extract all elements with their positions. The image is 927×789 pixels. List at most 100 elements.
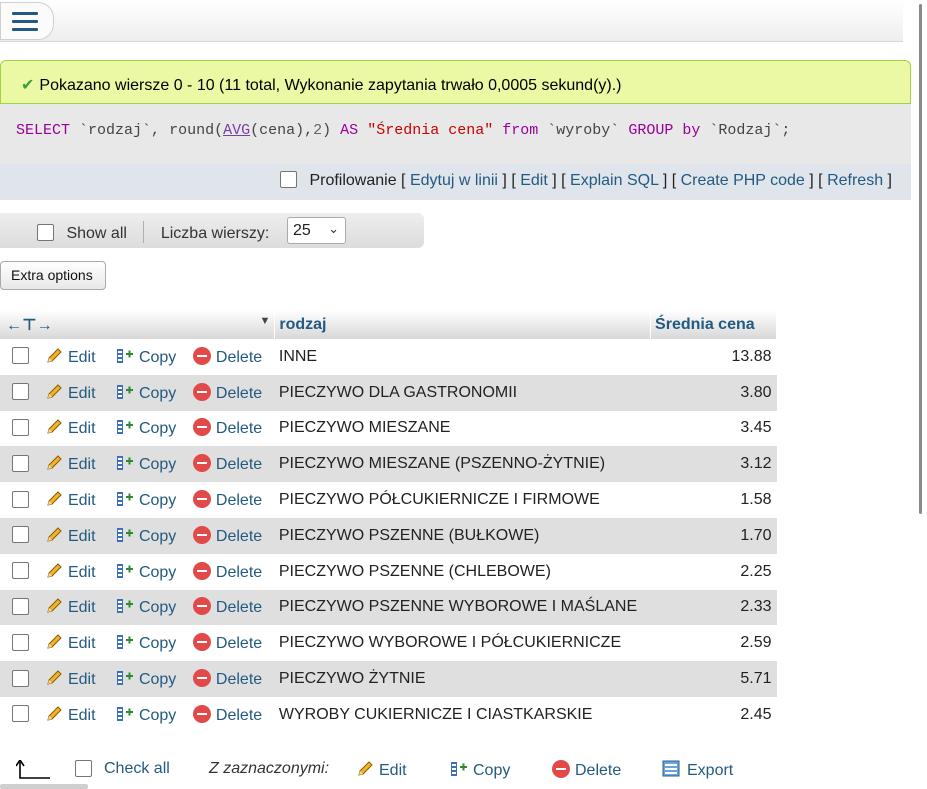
row-delete-button[interactable]: Delete (192, 704, 262, 724)
check-all-label[interactable]: Check all (104, 760, 170, 778)
sql-function-avg[interactable]: AVG (223, 122, 250, 139)
row-delete-label: Delete (215, 456, 263, 474)
row-delete-button[interactable]: Delete (192, 633, 262, 652)
table-row[interactable]: Edit Copy Delete PIECZYWO WYBOROWE I PÓŁCUK… (0, 625, 777, 662)
row-copy-button[interactable]: Copy (116, 706, 176, 724)
bulk-edit-button[interactable]: Edit (356, 760, 407, 780)
sql-group-column: `Rodzaj` (709, 122, 782, 139)
row-edit-button[interactable]: Edit (45, 598, 96, 616)
check-all-checkbox[interactable] (75, 760, 92, 777)
row-copy-button[interactable]: Copy (116, 420, 176, 437)
bulk-copy-label: Copy (473, 762, 511, 779)
column-header-rodzaj[interactable]: rodzaj (274, 310, 652, 339)
row-edit-cell: Edit (44, 446, 116, 483)
pencil-icon (47, 527, 62, 542)
row-copy-button[interactable]: Copy (116, 599, 176, 616)
rows-count-select[interactable]: 25 ⌄ (287, 217, 346, 244)
sort-dropdown-icon[interactable]: ▼ (259, 315, 270, 327)
row-checkbox[interactable] (12, 705, 29, 723)
row-edit-button[interactable]: Edit (45, 348, 96, 366)
scrollbar-thumb[interactable] (919, 4, 922, 514)
row-checkbox[interactable] (12, 669, 29, 687)
row-delete-button[interactable]: Delete (192, 418, 262, 437)
cell-srednia-cena: 5.71 (650, 661, 777, 697)
row-delete-button[interactable]: Delete (192, 346, 263, 366)
row-checkbox[interactable] (12, 526, 29, 544)
table-row[interactable]: Edit Copy Delete PIECZYWO MIESZANE (PSZENNO… (0, 446, 777, 483)
row-delete-button[interactable]: Delete (192, 597, 262, 616)
table-row[interactable]: Edit Copy Delete WYROBY CUKIERNICZE I CIAST… (0, 696, 777, 733)
row-select-cell (0, 517, 45, 554)
row-checkbox[interactable] (12, 633, 29, 651)
row-edit-button[interactable]: Edit (45, 383, 96, 402)
row-checkbox[interactable] (12, 454, 29, 472)
pencil-icon (47, 598, 62, 614)
create-php-code-link[interactable]: Create PHP code (681, 172, 805, 189)
row-edit-button[interactable]: Edit (45, 670, 96, 688)
row-copy-button[interactable]: Copy (116, 527, 176, 545)
row-copy-button[interactable]: Copy (116, 456, 176, 473)
column-resize-arrows-icon[interactable]: ←⊤→ (6, 317, 53, 334)
row-select-cell (0, 446, 45, 483)
row-edit-button[interactable]: Edit (45, 455, 96, 473)
show-all-label: Show all (66, 225, 127, 242)
table-row[interactable]: Edit Copy Delete INNE 13.88 (0, 339, 777, 375)
table-row[interactable]: Edit Copy Delete PIECZYWO PSZENNE (BUŁKOWE)… (0, 517, 777, 554)
row-copy-button[interactable]: Copy (116, 671, 176, 688)
row-delete-button[interactable]: Delete (192, 525, 262, 545)
row-delete-button[interactable]: Delete (192, 490, 262, 509)
table-row[interactable]: Edit Copy Delete PIECZYWO ŻYTNIE 5.71 (0, 661, 777, 697)
vertical-scrollbar[interactable] (913, 0, 927, 789)
row-checkbox[interactable] (12, 490, 29, 508)
row-edit-button[interactable]: Edit (45, 419, 96, 437)
menu-icon (12, 12, 38, 15)
row-delete-button[interactable]: Delete (192, 382, 262, 402)
horizontal-scrollbar[interactable] (0, 784, 88, 789)
row-delete-label: Delete (215, 348, 263, 366)
row-copy-button[interactable]: Copy (116, 492, 176, 509)
row-checkbox[interactable] (12, 383, 29, 401)
delete-icon (192, 597, 211, 616)
row-edit-button[interactable]: Edit (45, 491, 96, 509)
hamburger-menu-button[interactable] (0, 2, 54, 40)
cell-rodzaj: INNE (274, 339, 651, 375)
explain-sql-link[interactable]: Explain SQL (570, 172, 658, 189)
row-delete-button[interactable]: Delete (192, 454, 263, 474)
show-all-checkbox[interactable] (37, 224, 54, 241)
table-row[interactable]: Edit Copy Delete PIECZYWO PSZENNE WYBOROWE … (0, 589, 777, 626)
row-edit-button[interactable]: Edit (45, 527, 96, 545)
row-edit-label: Edit (67, 527, 96, 545)
edit-sql-link[interactable]: Edit (520, 172, 548, 189)
row-checkbox[interactable] (12, 418, 29, 436)
row-copy-button[interactable]: Copy (116, 384, 176, 402)
bulk-copy-button[interactable]: Copy (450, 760, 510, 780)
row-delete-button[interactable]: Delete (192, 669, 262, 688)
row-edit-button[interactable]: Edit (45, 562, 96, 581)
bulk-delete-button[interactable]: Delete (552, 760, 621, 780)
edit-inline-link[interactable]: Edytuj w linii (410, 172, 498, 189)
row-checkbox[interactable] (12, 562, 29, 580)
row-checkbox[interactable] (12, 347, 29, 365)
row-edit-button[interactable]: Edit (45, 706, 96, 724)
table-row[interactable]: Edit Copy Delete PIECZYWO DLA GASTRONOMII 3.… (0, 374, 777, 411)
extra-options-button[interactable]: Extra options (0, 261, 106, 290)
profiling-checkbox[interactable] (280, 171, 297, 188)
row-copy-label: Copy (138, 599, 177, 617)
cell-srednia-cena: 3.12 (650, 446, 777, 483)
row-copy-button[interactable]: Copy (116, 348, 176, 366)
table-row[interactable]: Edit Copy Delete PIECZYWO PÓŁCUKIERNICZE I … (0, 482, 777, 518)
column-header-srednia-cena[interactable]: Średnia cena (650, 310, 777, 339)
table-row[interactable]: Edit Copy Delete PIECZYWO MIESZANE 3.45 (0, 410, 777, 447)
row-delete-button[interactable]: Delete (192, 561, 262, 581)
copy-icon (116, 527, 133, 542)
table-row[interactable]: Edit Copy Delete PIECZYWO PSZENNE (CHLEBOWE… (0, 553, 777, 590)
refresh-link[interactable]: Refresh (827, 172, 883, 189)
row-copy-button[interactable]: Copy (116, 563, 176, 581)
cell-rodzaj: PIECZYWO ŻYTNIE (274, 661, 651, 697)
row-select-cell (0, 696, 45, 733)
delete-icon (192, 382, 211, 401)
bulk-export-button[interactable]: Export (662, 760, 733, 780)
row-edit-button[interactable]: Edit (45, 634, 96, 652)
row-copy-button[interactable]: Copy (116, 635, 176, 652)
row-checkbox[interactable] (12, 597, 29, 615)
